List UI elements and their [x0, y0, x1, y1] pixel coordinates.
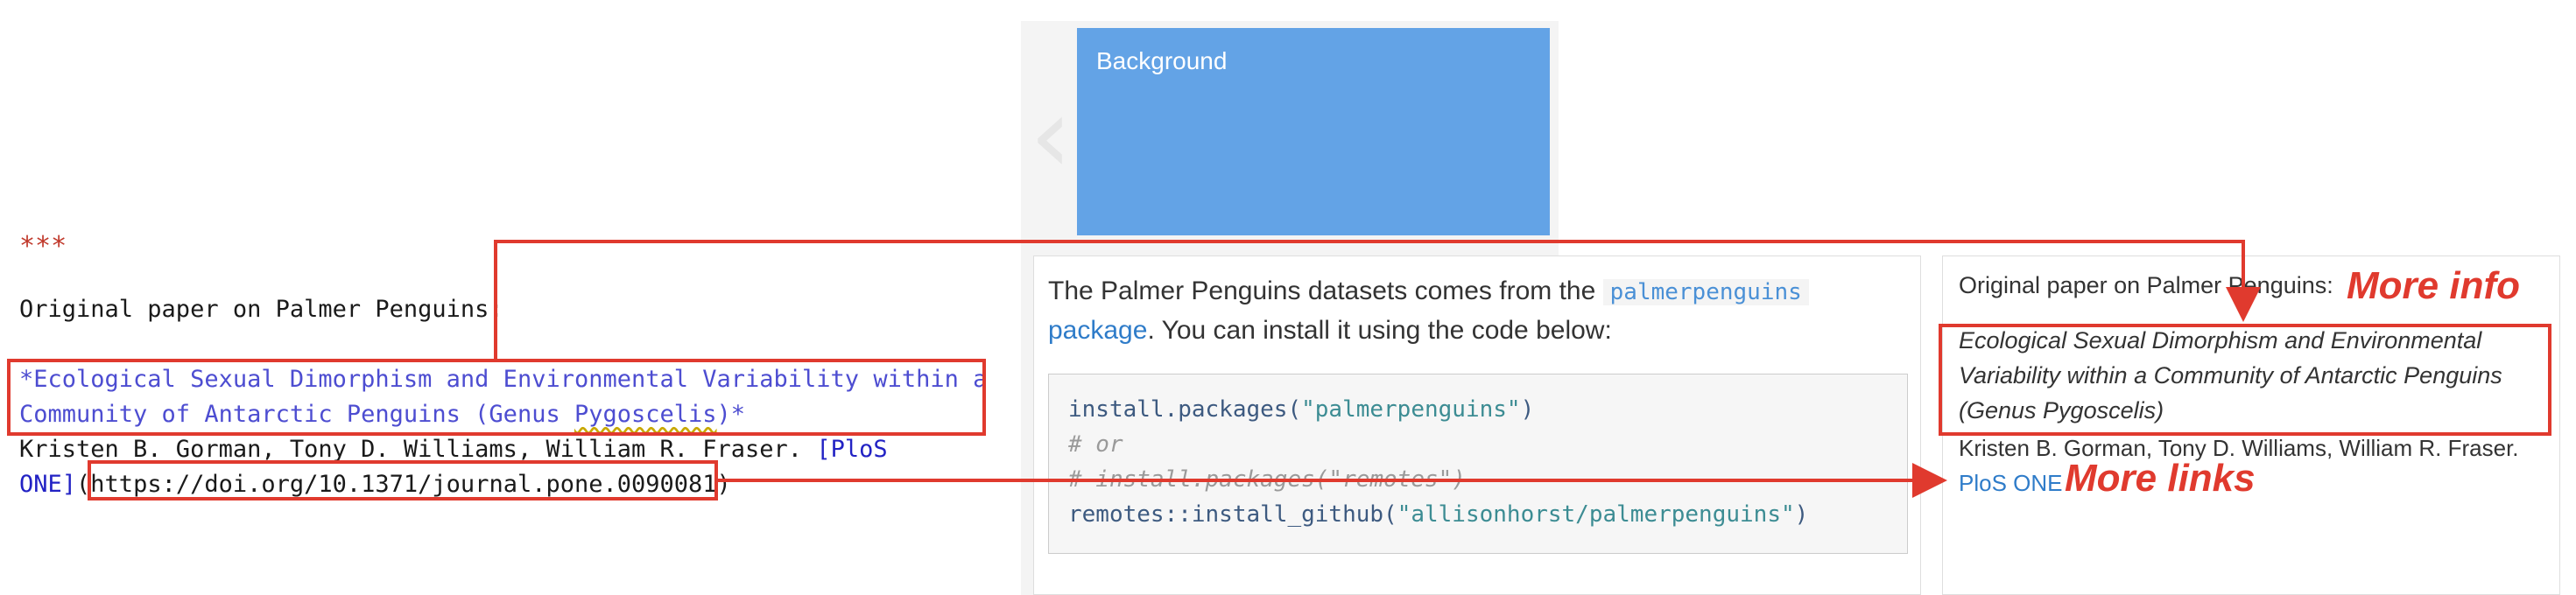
highlight-box-preview-title: [1939, 324, 2551, 436]
install-panel: The Palmer Penguins datasets comes from …: [1033, 256, 1921, 595]
background-box: Background: [1077, 28, 1550, 235]
install-intro-text: The Palmer Penguins datasets comes from …: [1048, 272, 1915, 350]
code-line-3: # install.packages("remotes"): [1068, 466, 1466, 493]
chevron-left-icon[interactable]: ‹: [1030, 84, 1072, 189]
package-link[interactable]: package: [1048, 316, 1147, 345]
code-line-1: install.packages("palmerpenguins"): [1068, 396, 1535, 423]
highlight-box-source-url: [88, 460, 718, 500]
annotation-more-links: More links: [2065, 457, 2256, 500]
code-line-2: # or: [1068, 431, 1123, 458]
background-box-title: Background: [1096, 47, 1228, 74]
code-block: install.packages("palmerpenguins") # or …: [1048, 374, 1908, 554]
md-link-text: [PloS: [816, 436, 888, 463]
md-heading-line: Original paper on Palmer Penguins:: [19, 296, 503, 323]
preview-title: Original paper on Palmer Penguins:: [1959, 272, 2333, 298]
preview-plos-link[interactable]: PloS ONE: [1959, 470, 2063, 497]
code-line-4: remotes::install_github("allisonhorst/pa…: [1068, 501, 1809, 528]
highlight-box-source-title: [7, 359, 986, 436]
package-code: palmerpenguins: [1602, 279, 1809, 305]
annotation-more-info: More info: [2347, 264, 2520, 307]
md-horizontal-rule: ***: [19, 231, 67, 262]
